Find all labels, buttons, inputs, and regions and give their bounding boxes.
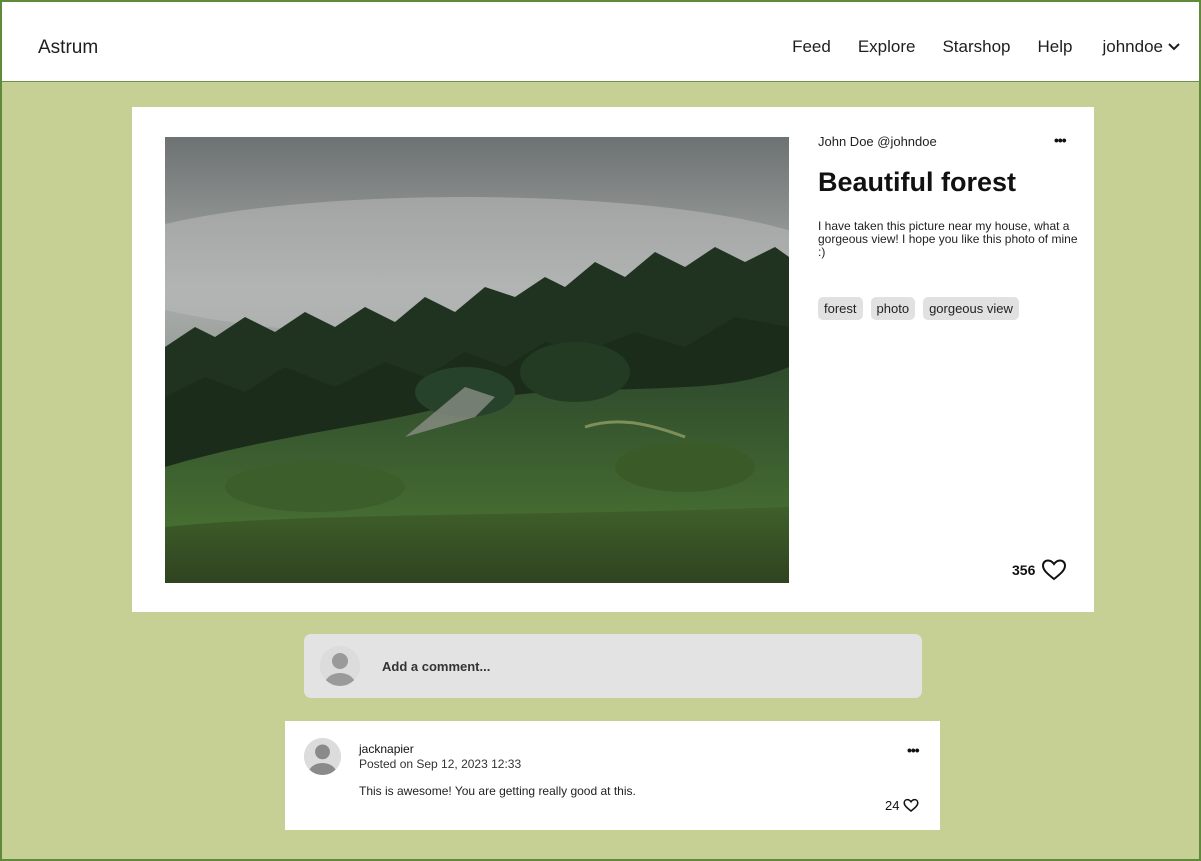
chevron-down-icon [1168,43,1180,51]
tag-forest[interactable]: forest [818,297,863,320]
tag-photo[interactable]: photo [870,297,916,320]
main-nav: Feed Explore Starshop Help johndoe [765,37,1181,57]
top-navbar: Astrum Feed Explore Starshop Help johndo… [2,2,1199,82]
comment-more-icon[interactable]: ••• [907,742,920,758]
nav-help[interactable]: Help [1038,37,1073,57]
tag-gorgeous-view[interactable]: gorgeous view [923,297,1019,320]
user-avatar-icon [304,738,341,775]
user-menu[interactable]: johndoe [1102,37,1181,57]
post-photo[interactable] [165,137,789,583]
post-likes: 356 [1012,558,1067,582]
user-menu-label: johndoe [1102,37,1163,56]
add-comment-placeholder: Add a comment... [382,658,491,674]
post-tags: forest photo gorgeous view [818,297,1019,320]
forest-photo-illustration [165,137,789,583]
nav-explore[interactable]: Explore [858,37,916,57]
comment-text: This is awesome! You are getting really … [359,784,636,798]
post-author[interactable]: John Doe @johndoe [818,134,937,149]
post-more-icon[interactable]: ••• [1054,132,1067,148]
comment-date: Posted on Sep 12, 2023 12:33 [359,757,522,771]
add-comment-box[interactable]: Add a comment... [304,634,922,698]
nav-starshop[interactable]: Starshop [942,37,1010,57]
post-description: I have taken this picture near my house,… [818,219,1078,259]
post-like-count: 356 [1012,562,1036,578]
brand-logo[interactable]: Astrum [38,37,98,59]
user-avatar-icon [320,646,360,686]
nav-feed[interactable]: Feed [792,37,831,57]
avatar[interactable] [304,738,341,775]
page-background: Astrum Feed Explore Starshop Help johndo… [0,0,1201,861]
comment-username[interactable]: jacknapier [359,742,414,756]
heart-icon[interactable] [1041,558,1067,582]
comment-like-count: 24 [885,798,900,813]
comment-item: jacknapier Posted on Sep 12, 2023 12:33 … [285,721,940,830]
post-card: John Doe @johndoe ••• Beautiful forest I… [132,107,1094,612]
heart-icon[interactable] [903,798,920,813]
avatar [320,646,360,686]
post-title: Beautiful forest [818,167,1017,197]
comment-likes: 24 [885,798,920,813]
